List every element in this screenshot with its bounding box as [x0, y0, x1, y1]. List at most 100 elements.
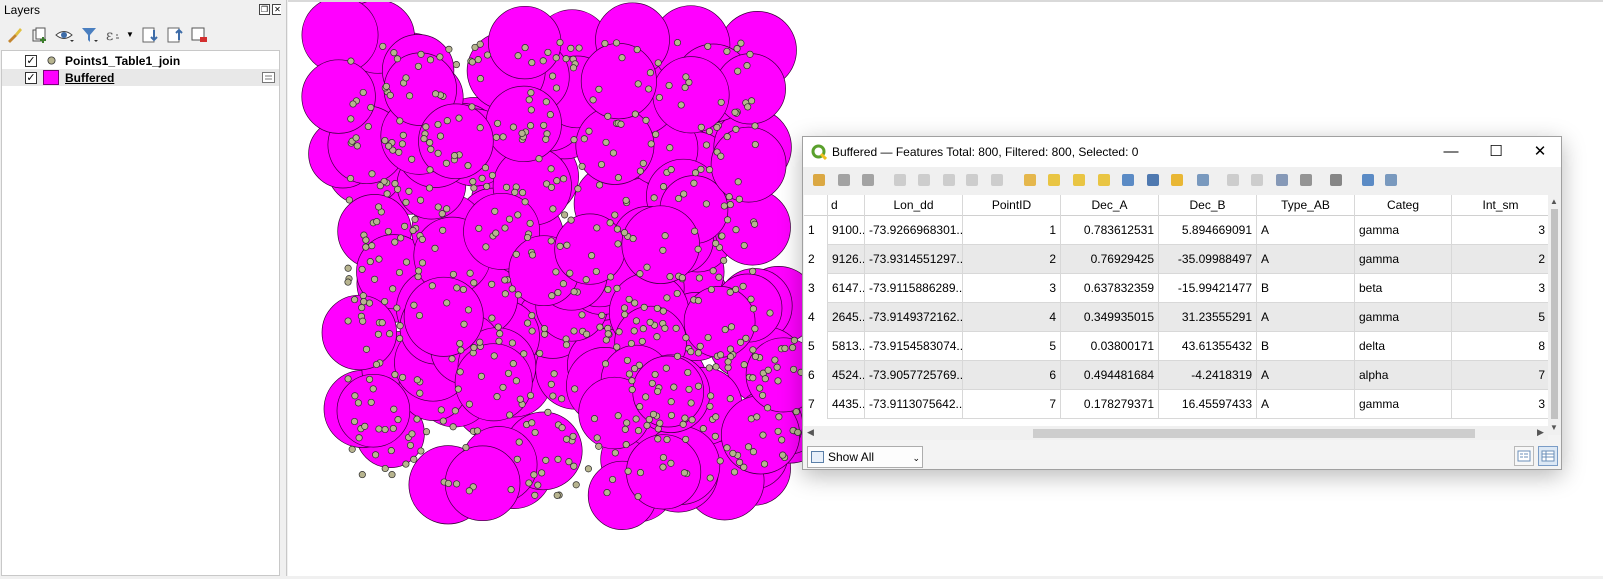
table-cell[interactable]: 6: [963, 361, 1061, 390]
scroll-left-arrow[interactable]: ◀: [807, 427, 814, 438]
maximize-button[interactable]: ☐: [1486, 142, 1506, 162]
minimize-button[interactable]: —: [1441, 142, 1461, 162]
table-cell[interactable]: 6147...: [828, 274, 865, 303]
table-cell[interactable]: 0.783612531: [1061, 216, 1159, 245]
expression-dropdown-icon[interactable]: ▼: [126, 30, 134, 39]
table-cell[interactable]: delta: [1355, 332, 1452, 361]
visibility-eye-icon[interactable]: [54, 25, 74, 45]
column-header[interactable]: d: [828, 195, 865, 216]
close-button[interactable]: ✕: [1530, 142, 1550, 162]
row-number[interactable]: 2: [804, 245, 828, 274]
table-cell[interactable]: 7: [963, 390, 1061, 419]
conditional-formatting-icon[interactable]: [1328, 172, 1344, 188]
table-cell[interactable]: 1: [963, 216, 1061, 245]
column-header[interactable]: Categ: [1355, 195, 1452, 216]
table-cell[interactable]: -73.9057725769...: [865, 361, 963, 390]
table-cell[interactable]: 7: [1452, 361, 1548, 390]
table-cell[interactable]: -73.9149372162...: [865, 303, 963, 332]
table-cell[interactable]: 0.349935015: [1061, 303, 1159, 332]
table-cell[interactable]: 2: [963, 245, 1061, 274]
scroll-down-arrow[interactable]: ▼: [1550, 423, 1558, 432]
row-number[interactable]: 3: [804, 274, 828, 303]
table-cell[interactable]: 5.894669091: [1159, 216, 1257, 245]
table-cell[interactable]: 8: [1452, 332, 1548, 361]
table-row[interactable]: 64524...-73.9057725769...60.494481684-4.…: [804, 361, 1548, 390]
table-cell[interactable]: -15.99421477: [1159, 274, 1257, 303]
deselect-all-icon[interactable]: [1120, 172, 1136, 188]
table-cell[interactable]: A: [1257, 361, 1355, 390]
cut-icon[interactable]: [964, 172, 980, 188]
column-header[interactable]: Type_AB: [1257, 195, 1355, 216]
table-cell[interactable]: 43.61355432: [1159, 332, 1257, 361]
layer-row-buffered[interactable]: ✓ Buffered: [2, 69, 279, 86]
table-cell[interactable]: 3: [963, 274, 1061, 303]
actions-icon[interactable]: [1360, 172, 1376, 188]
scroll-right-arrow[interactable]: ▶: [1537, 427, 1544, 438]
select-all-icon[interactable]: [1071, 172, 1087, 188]
row-number[interactable]: 6: [804, 361, 828, 390]
table-cell[interactable]: 16.45597433: [1159, 390, 1257, 419]
reload-icon[interactable]: [892, 172, 908, 188]
table-cell[interactable]: 2645...: [828, 303, 865, 332]
table-view-button[interactable]: [1538, 446, 1558, 466]
collapse-all-icon[interactable]: [165, 25, 185, 45]
row-number[interactable]: 1: [804, 216, 828, 245]
style-brush-icon[interactable]: [5, 25, 25, 45]
table-cell[interactable]: beta: [1355, 274, 1452, 303]
table-cell[interactable]: gamma: [1355, 390, 1452, 419]
table-cell[interactable]: -73.9115886289...: [865, 274, 963, 303]
show-all-features-button[interactable]: Show All Features ⌄: [807, 446, 923, 468]
pan-to-selected-icon[interactable]: [1195, 172, 1211, 188]
horizontal-scroll-thumb[interactable]: [1033, 429, 1475, 438]
table-cell[interactable]: 0.494481684: [1061, 361, 1159, 390]
table-cell[interactable]: B: [1257, 274, 1355, 303]
table-cell[interactable]: B: [1257, 332, 1355, 361]
table-row[interactable]: 36147...-73.9115886289...30.637832359-15…: [804, 274, 1548, 303]
table-row[interactable]: 19100...-73.9266968301...10.7836125315.8…: [804, 216, 1548, 245]
table-cell[interactable]: -4.2418319: [1159, 361, 1257, 390]
table-cell[interactable]: 3: [1452, 274, 1548, 303]
table-cell[interactable]: gamma: [1355, 216, 1452, 245]
filter-selected-icon[interactable]: [1145, 172, 1161, 188]
table-cell[interactable]: 4435...: [828, 390, 865, 419]
copy-icon[interactable]: [989, 172, 1005, 188]
scroll-up-arrow[interactable]: ▲: [1550, 197, 1558, 206]
table-cell[interactable]: -73.9154583074...: [865, 332, 963, 361]
column-header[interactable]: Lon_dd: [865, 195, 963, 216]
table-cell[interactable]: 9126...: [828, 245, 865, 274]
vertical-scroll-thumb[interactable]: [1551, 209, 1558, 419]
table-cell[interactable]: 5: [963, 332, 1061, 361]
table-cell[interactable]: 5813...: [828, 332, 865, 361]
table-cell[interactable]: alpha: [1355, 361, 1452, 390]
column-header[interactable]: Int_sm: [1452, 195, 1548, 216]
filter-icon[interactable]: [79, 25, 99, 45]
invert-selection-icon[interactable]: [1096, 172, 1112, 188]
table-row[interactable]: 74435...-73.9113075642...70.17827937116.…: [804, 390, 1548, 419]
layer-visibility-checkbox[interactable]: ✓: [25, 55, 37, 67]
remove-layer-icon[interactable]: [189, 25, 209, 45]
zoom-to-selected-icon[interactable]: [1225, 172, 1241, 188]
move-selection-top-icon[interactable]: [1169, 172, 1185, 188]
row-number[interactable]: 4: [804, 303, 828, 332]
table-cell[interactable]: 0.637832359: [1061, 274, 1159, 303]
column-header[interactable]: Dec_A: [1061, 195, 1159, 216]
select-expression-icon[interactable]: [1046, 172, 1062, 188]
expand-all-icon[interactable]: [140, 25, 160, 45]
row-number[interactable]: 5: [804, 332, 828, 361]
save-edits-icon[interactable]: [860, 172, 876, 188]
table-cell[interactable]: -73.9266968301...: [865, 216, 963, 245]
horizontal-scrollbar[interactable]: ◀ ▶: [804, 426, 1548, 440]
table-cell[interactable]: 0.03800171: [1061, 332, 1159, 361]
table-cell[interactable]: 3: [1452, 390, 1548, 419]
paste-icon[interactable]: [1022, 172, 1038, 188]
row-number[interactable]: 7: [804, 390, 828, 419]
table-cell[interactable]: 31.23555291: [1159, 303, 1257, 332]
window-titlebar[interactable]: Buffered — Features Total: 800, Filtered…: [803, 137, 1561, 167]
table-cell[interactable]: gamma: [1355, 303, 1452, 332]
column-header[interactable]: PointID: [963, 195, 1061, 216]
table-row[interactable]: 29126...-73.9314551297...20.76929425-35.…: [804, 245, 1548, 274]
new-field-icon[interactable]: [1249, 172, 1265, 188]
table-cell[interactable]: 4: [963, 303, 1061, 332]
add-feature-icon[interactable]: [916, 172, 932, 188]
layer-indicator-icon[interactable]: [262, 72, 275, 83]
